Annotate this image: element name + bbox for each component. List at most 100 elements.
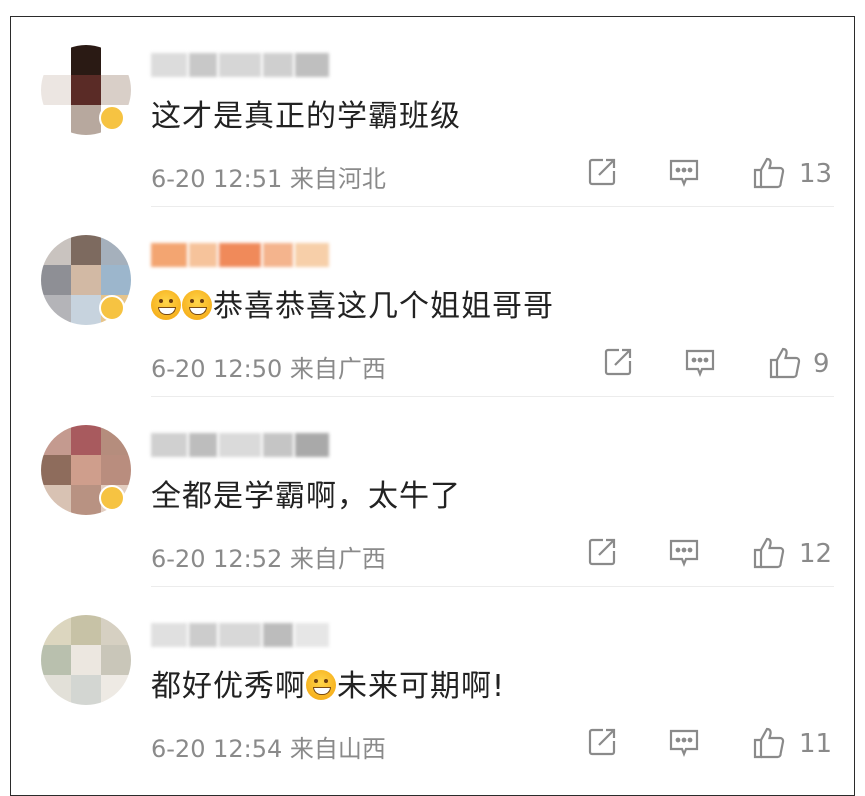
comment-time: 6-20 12:51 bbox=[151, 165, 283, 193]
like-count: 9 bbox=[813, 349, 830, 379]
avatar-pixel bbox=[71, 485, 101, 515]
username-blur-block bbox=[219, 623, 261, 647]
like-count: 13 bbox=[799, 159, 833, 189]
comment-text-body: 这才是真正的学霸班级 bbox=[151, 99, 461, 134]
username-blur-block bbox=[263, 623, 293, 647]
username-blur-block bbox=[295, 433, 329, 457]
username-blur-block bbox=[295, 623, 329, 647]
avatar-pixel bbox=[41, 615, 71, 645]
like-button[interactable] bbox=[751, 535, 787, 569]
share-icon bbox=[588, 158, 616, 186]
avatar-pixel bbox=[71, 75, 101, 105]
comment-button[interactable] bbox=[667, 155, 701, 189]
comment-location: 来自广西 bbox=[289, 355, 386, 383]
comment-item: 这才是真正的学霸班级 6-20 12:51 来自河北 13 bbox=[11, 17, 854, 207]
comment-location: 来自河北 bbox=[289, 165, 386, 193]
comment-icon bbox=[669, 159, 699, 187]
share-button[interactable] bbox=[601, 345, 635, 379]
emoji-icon bbox=[182, 290, 212, 320]
username-blurred[interactable] bbox=[151, 433, 341, 459]
avatar-pixel bbox=[41, 455, 71, 485]
avatar-pixel bbox=[71, 295, 101, 325]
avatar-pixel bbox=[101, 455, 131, 485]
username-blur-block bbox=[219, 243, 261, 267]
share-button[interactable] bbox=[585, 725, 619, 759]
username-blur-block bbox=[189, 623, 217, 647]
avatar-pixel bbox=[101, 45, 131, 75]
avatar-pixel bbox=[41, 75, 71, 105]
username-blur-block bbox=[263, 433, 293, 457]
share-button[interactable] bbox=[585, 535, 619, 569]
username-blur-block bbox=[219, 433, 261, 457]
username-blur-block bbox=[151, 53, 187, 77]
avatar-pixel bbox=[41, 105, 71, 135]
avatar-pixel bbox=[41, 675, 71, 705]
avatar-pixel bbox=[71, 45, 101, 75]
avatar-pixel bbox=[41, 295, 71, 325]
comment-text-body: 恭喜恭喜这几个姐姐哥哥 bbox=[213, 289, 554, 324]
comment-item: 恭喜恭喜这几个姐姐哥哥 6-20 12:50 来自广西 9 bbox=[11, 207, 854, 397]
verified-badge-icon bbox=[99, 295, 125, 321]
emoji-icon bbox=[151, 290, 181, 320]
like-button[interactable] bbox=[751, 155, 787, 189]
avatar[interactable] bbox=[41, 615, 131, 705]
username-blur-block bbox=[219, 53, 261, 77]
comment-list: 这才是真正的学霸班级 6-20 12:51 来自河北 13 恭喜恭喜这几个姐姐哥… bbox=[10, 16, 855, 796]
avatar-pixel bbox=[101, 675, 131, 705]
thumbs-up-icon bbox=[769, 347, 801, 379]
username-blur-block bbox=[151, 433, 187, 457]
comment-button[interactable] bbox=[683, 345, 717, 379]
avatar-pixel bbox=[71, 645, 101, 675]
like-count: 12 bbox=[799, 539, 833, 569]
comment-text-body: 都好优秀啊 bbox=[151, 669, 306, 704]
avatar-pixel bbox=[71, 675, 101, 705]
avatar-pixel bbox=[71, 455, 101, 485]
avatar-pixel bbox=[41, 45, 71, 75]
avatar-pixel bbox=[101, 425, 131, 455]
thumbs-up-icon bbox=[753, 157, 785, 189]
comment-item: 都好优秀啊 未来可期啊! 6-20 12:54 来自山西 11 bbox=[11, 587, 854, 777]
username-blur-block bbox=[189, 433, 217, 457]
username-blurred[interactable] bbox=[151, 623, 341, 649]
comment-icon bbox=[669, 729, 699, 757]
avatar-pixel bbox=[41, 425, 71, 455]
comment-icon bbox=[685, 349, 715, 377]
comment-button[interactable] bbox=[667, 535, 701, 569]
avatar-pixel bbox=[101, 265, 131, 295]
verified-badge-icon bbox=[99, 485, 125, 511]
username-blur-block bbox=[295, 243, 329, 267]
avatar-pixel bbox=[101, 75, 131, 105]
username-blur-block bbox=[295, 53, 329, 77]
avatar-pixel bbox=[71, 105, 101, 135]
avatar-pixel bbox=[71, 425, 101, 455]
comment-text-body: 全都是学霸啊，太牛了 bbox=[151, 479, 461, 514]
comment-text: 都好优秀啊 未来可期啊! bbox=[151, 661, 505, 705]
grin-emoji-icon bbox=[306, 670, 336, 700]
comment-meta: 6-20 12:51 来自河北 bbox=[151, 159, 386, 194]
comment-text: 这才是真正的学霸班级 bbox=[151, 91, 461, 135]
avatar-pixel bbox=[71, 265, 101, 295]
avatar-pixel bbox=[41, 235, 71, 265]
like-button[interactable] bbox=[751, 725, 787, 759]
comment-meta: 6-20 12:54 来自山西 bbox=[151, 729, 386, 764]
comment-button[interactable] bbox=[667, 725, 701, 759]
like-count: 11 bbox=[799, 729, 833, 759]
share-icon bbox=[604, 348, 632, 376]
verified-badge-icon bbox=[99, 105, 125, 131]
username-blurred[interactable] bbox=[151, 243, 341, 269]
avatar-pixel bbox=[41, 645, 71, 675]
share-button[interactable] bbox=[585, 155, 619, 189]
like-button[interactable] bbox=[767, 345, 803, 379]
comment-time: 6-20 12:50 bbox=[151, 355, 283, 383]
username-blur-block bbox=[151, 243, 187, 267]
username-blur-block bbox=[189, 243, 217, 267]
avatar-pixel bbox=[41, 485, 71, 515]
thumbs-up-icon bbox=[753, 727, 785, 759]
username-blur-block bbox=[263, 243, 293, 267]
comment-time: 6-20 12:52 bbox=[151, 545, 283, 573]
avatar-pixel bbox=[101, 645, 131, 675]
username-blurred[interactable] bbox=[151, 53, 341, 79]
comment-text: 恭喜恭喜这几个姐姐哥哥 bbox=[151, 281, 554, 325]
share-icon bbox=[588, 538, 616, 566]
avatar-pixel bbox=[71, 615, 101, 645]
